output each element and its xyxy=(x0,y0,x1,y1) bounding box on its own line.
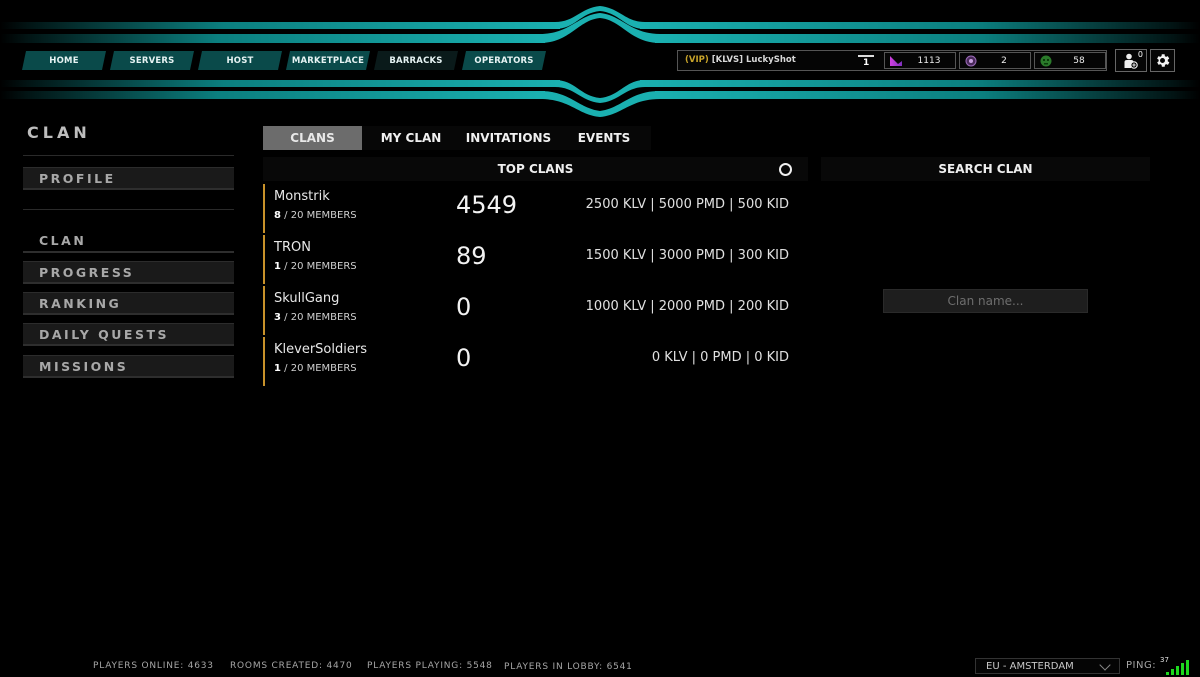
nav-barracks-button[interactable]: BARRACKS xyxy=(374,51,458,70)
clan-tag: [KLVS] xyxy=(711,55,744,65)
search-clan-header: SEARCH CLAN xyxy=(821,157,1150,181)
user-add-icon xyxy=(1124,53,1138,69)
clan-members: 1 / 20 MEMBERS xyxy=(274,363,357,374)
players-in-lobby-stat: PLAYERS IN LOBBY: 6541 xyxy=(504,662,633,672)
nav-host-button[interactable]: HOST xyxy=(198,51,282,70)
member-count: 3 xyxy=(274,312,281,323)
search-clan-title: SEARCH CLAN xyxy=(938,162,1033,176)
friends-button[interactable]: 0 xyxy=(1115,49,1147,72)
clan-row[interactable]: KleverSoldiers 1 / 20 MEMBERS 0 0 KLV | … xyxy=(263,337,808,386)
sidebar-item-progress[interactable]: PROGRESS xyxy=(23,261,234,284)
clan-score: 0 xyxy=(456,344,472,372)
chevron-down-icon xyxy=(1099,659,1111,671)
member-max: / 20 MEMBERS xyxy=(284,210,357,221)
clan-tabs: CLANS MY CLAN INVITATIONS EVENTS xyxy=(263,126,651,150)
clan-name: KleverSoldiers xyxy=(274,342,367,357)
clan-row[interactable]: TRON 1 / 20 MEMBERS 89 1500 KLV | 3000 P… xyxy=(263,235,808,284)
username: LuckyShot xyxy=(746,55,796,65)
clan-rewards: 0 KLV | 0 PMD | 0 KID xyxy=(651,350,789,365)
klv-value: 1113 xyxy=(917,55,941,66)
nav-home-button[interactable]: HOME xyxy=(22,51,106,70)
player-name: (VIP) [KLVS] LuckyShot xyxy=(685,55,796,65)
refresh-icon[interactable] xyxy=(779,163,792,176)
clan-score: 4549 xyxy=(456,191,518,219)
ping-label: PING: xyxy=(1126,660,1157,671)
sidebar-divider xyxy=(23,209,234,210)
players-playing-stat: PLAYERS PLAYING: 5548 xyxy=(367,661,493,671)
clan-members: 8 / 20 MEMBERS xyxy=(274,210,357,221)
sidebar-title: CLAN xyxy=(27,123,91,142)
clan-rewards: 1500 KLV | 3000 PMD | 300 KID xyxy=(585,248,789,263)
top-header: HOME SERVERS HOST MARKETPLACE BARRACKS O… xyxy=(0,0,1200,120)
pmd-balance: 2 xyxy=(959,52,1031,69)
member-max: / 20 MEMBERS xyxy=(284,312,357,323)
member-count: 1 xyxy=(274,261,281,272)
nav-servers-button[interactable]: SERVERS xyxy=(110,51,194,70)
region-select[interactable]: EU - AMSTERDAM xyxy=(975,658,1120,674)
sidebar-item-missions[interactable]: MISSIONS xyxy=(23,355,234,378)
tab-my-clan[interactable]: MY CLAN xyxy=(362,126,460,150)
member-max: / 20 MEMBERS xyxy=(284,363,357,374)
clan-members: 1 / 20 MEMBERS xyxy=(274,261,357,272)
friend-request-count: 0 xyxy=(1137,50,1143,59)
signal-strength-icon xyxy=(1166,660,1190,675)
rank-icon xyxy=(858,55,874,57)
klv-currency-icon xyxy=(890,55,902,66)
clan-row[interactable]: SkullGang 3 / 20 MEMBERS 0 1000 KLV | 20… xyxy=(263,286,808,335)
sidebar-item-profile[interactable]: PROFILE xyxy=(23,167,234,190)
pmd-token-icon xyxy=(965,55,977,66)
user-info-bar: (VIP) [KLVS] LuckyShot 1 1113 2 58 xyxy=(677,50,1107,71)
member-count: 1 xyxy=(274,363,281,374)
rank-badge: 1 xyxy=(858,53,874,69)
clan-score: 0 xyxy=(456,293,472,321)
rooms-created-stat: ROOMS CREATED: 4470 xyxy=(230,661,353,671)
gear-icon xyxy=(1157,54,1170,67)
clan-rewards: 2500 KLV | 5000 PMD | 500 KID xyxy=(585,197,789,212)
tab-clans[interactable]: CLANS xyxy=(263,126,362,150)
clan-name: SkullGang xyxy=(274,291,340,306)
main-nav: HOME SERVERS HOST MARKETPLACE BARRACKS O… xyxy=(22,51,546,70)
top-clans-title: TOP CLANS xyxy=(497,162,574,176)
clan-name-search-input[interactable] xyxy=(883,289,1088,313)
kid-token-icon xyxy=(1040,55,1052,66)
member-count: 8 xyxy=(274,210,281,221)
kid-value: 58 xyxy=(1073,55,1085,66)
nav-marketplace-button[interactable]: MARKETPLACE xyxy=(286,51,370,70)
sidebar-item-ranking[interactable]: RANKING xyxy=(23,292,234,315)
member-max: / 20 MEMBERS xyxy=(284,261,357,272)
sidebar-item-clan[interactable]: CLAN xyxy=(23,230,234,253)
tab-events[interactable]: EVENTS xyxy=(557,126,651,150)
clan-rewards: 1000 KLV | 2000 PMD | 200 KID xyxy=(585,299,789,314)
nav-operators-button[interactable]: OPERATORS xyxy=(462,51,546,70)
clan-name: Monstrik xyxy=(274,189,330,204)
klv-balance: 1113 xyxy=(884,52,956,69)
players-online-stat: PLAYERS ONLINE: 4633 xyxy=(93,661,214,671)
settings-button[interactable] xyxy=(1150,49,1175,72)
top-clans-header: TOP CLANS xyxy=(263,157,808,181)
clan-members: 3 / 20 MEMBERS xyxy=(274,312,357,323)
clan-score: 89 xyxy=(456,242,487,270)
tab-invitations[interactable]: INVITATIONS xyxy=(460,126,557,150)
region-value: EU - AMSTERDAM xyxy=(986,660,1074,672)
clan-name: TRON xyxy=(274,240,311,255)
rank-value: 1 xyxy=(863,58,870,68)
vip-badge: (VIP) xyxy=(685,55,709,65)
kid-balance: 58 xyxy=(1034,52,1106,69)
clan-row[interactable]: Monstrik 8 / 20 MEMBERS 4549 2500 KLV | … xyxy=(263,184,808,233)
sidebar-divider xyxy=(23,155,234,156)
pmd-value: 2 xyxy=(1001,55,1007,66)
sidebar-item-daily-quests[interactable]: DAILY QUESTS xyxy=(23,323,234,346)
